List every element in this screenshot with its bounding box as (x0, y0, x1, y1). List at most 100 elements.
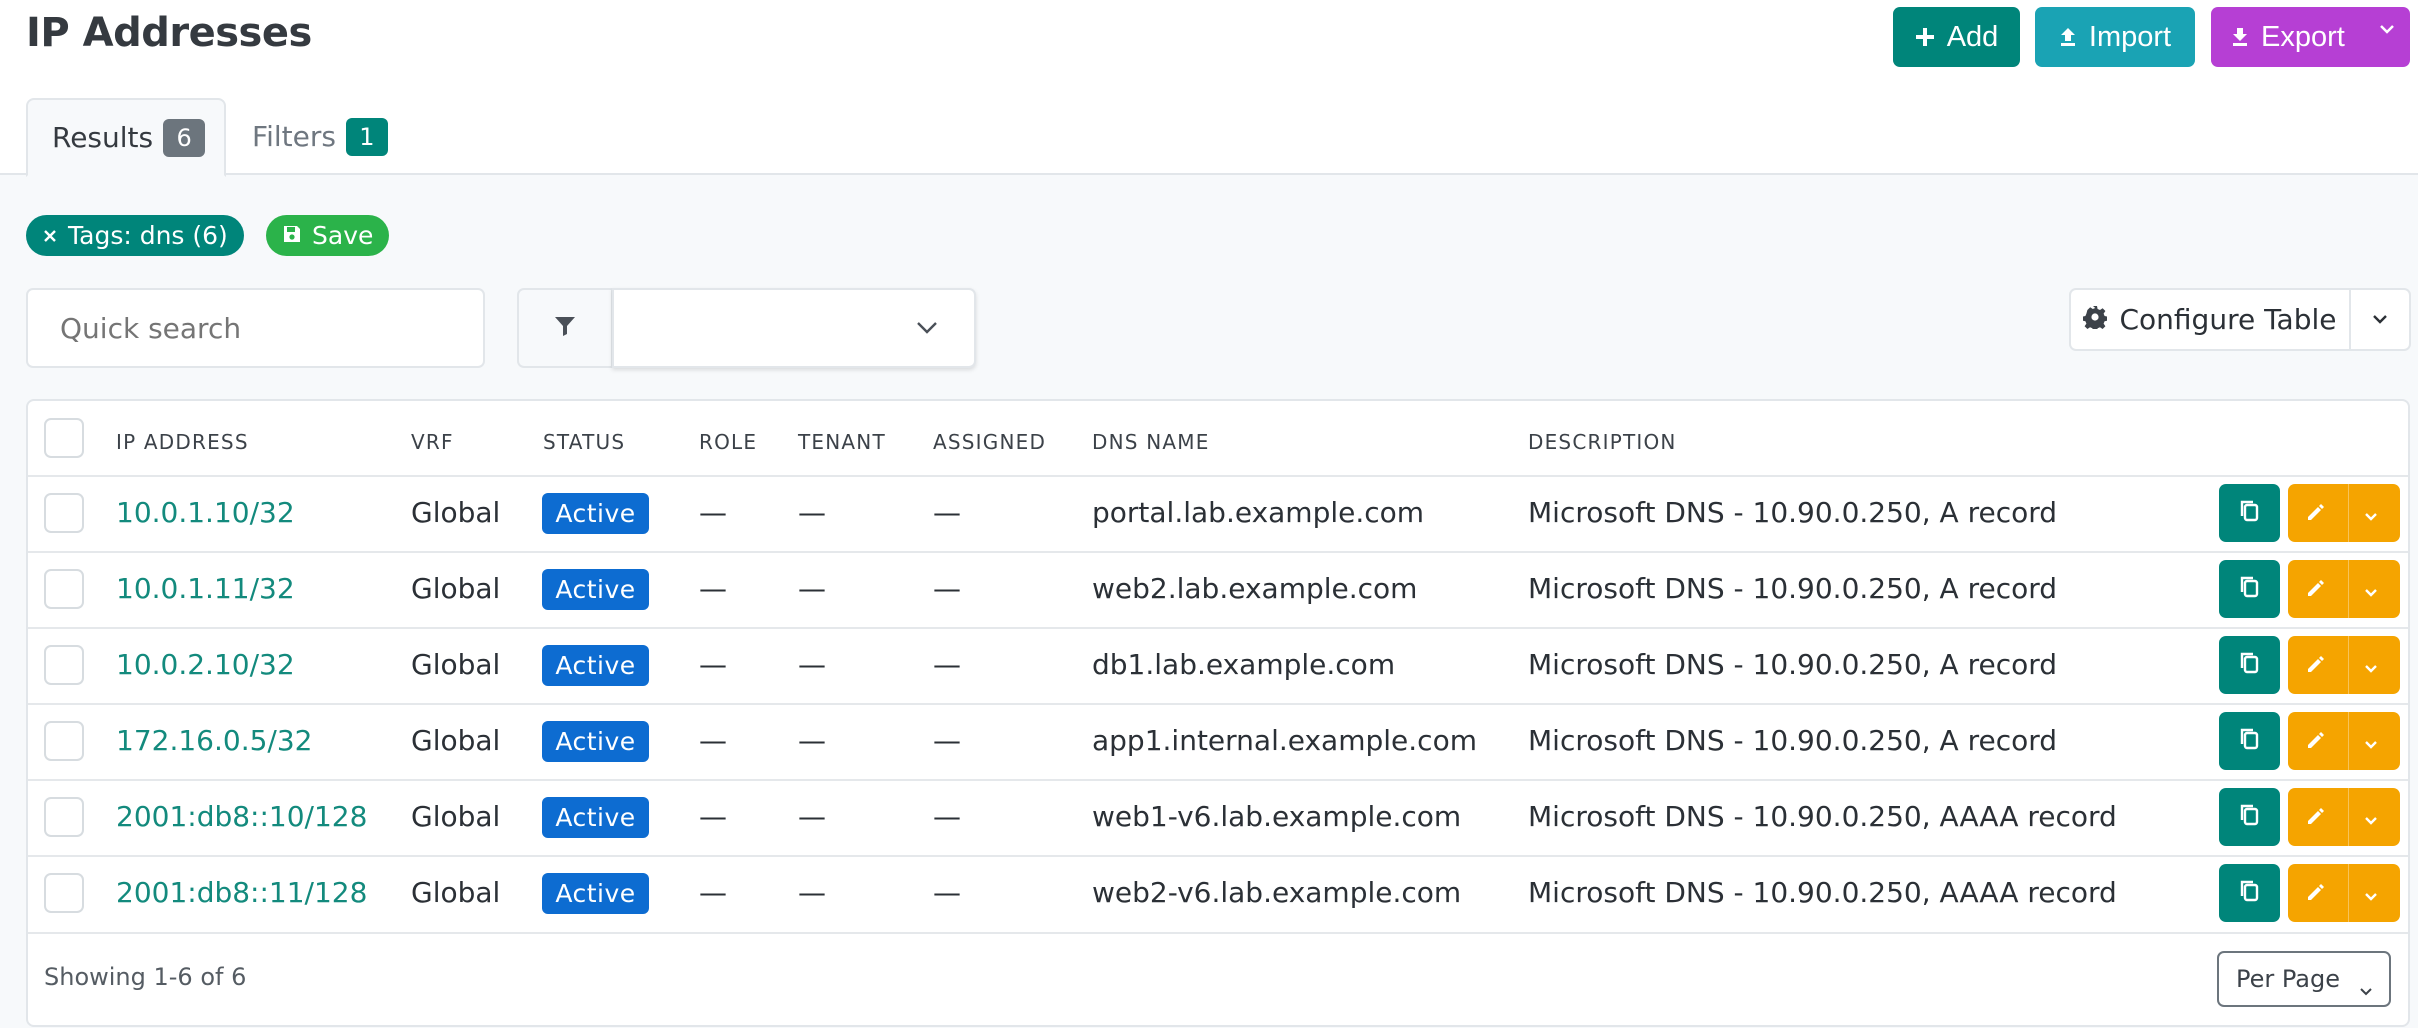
column-header-vrf[interactable]: VRF (411, 430, 454, 454)
ip-address-link[interactable]: 172.16.0.5/32 (116, 724, 312, 757)
column-header-role[interactable]: ROLE (699, 430, 757, 454)
chevron-down-icon (2372, 310, 2388, 329)
vrf-cell: Global (411, 724, 501, 757)
results-count-badge: 6 (163, 118, 206, 157)
chevron-down-icon[interactable] (2364, 659, 2378, 678)
copy-button[interactable] (2219, 864, 2280, 922)
button-separator (2348, 636, 2349, 694)
row-select-checkbox[interactable] (44, 721, 84, 761)
tenant-cell: — (798, 496, 826, 529)
role-cell: — (699, 800, 727, 833)
per-page-label: Per Page (2236, 965, 2340, 993)
edit-button[interactable] (2288, 712, 2400, 770)
export-button[interactable]: Export (2211, 7, 2410, 67)
assigned-cell: — (933, 572, 961, 605)
filters-count-badge: 1 (345, 117, 388, 156)
configure-table-dropdown[interactable] (2349, 288, 2411, 351)
edit-button[interactable] (2288, 788, 2400, 846)
tag-filter-pill[interactable]: Tags: dns (6) (26, 215, 244, 256)
column-header-dns-name[interactable]: DNS NAME (1092, 430, 1210, 454)
copy-button[interactable] (2219, 484, 2280, 542)
row-select-checkbox[interactable] (44, 873, 84, 913)
button-separator (2348, 712, 2349, 770)
column-header-status[interactable]: STATUS (543, 430, 625, 454)
add-button[interactable]: Add (1893, 7, 2020, 67)
tenant-cell: — (798, 800, 826, 833)
status-badge: Active (542, 569, 649, 610)
tenant-cell: — (798, 876, 826, 909)
configure-table-button[interactable]: Configure Table (2069, 288, 2351, 351)
column-header-ip-address[interactable]: IP ADDRESS (116, 430, 249, 454)
assigned-cell: — (933, 800, 961, 833)
role-cell: — (699, 724, 727, 757)
floppy-disk-icon (282, 221, 302, 250)
copy-icon (2239, 651, 2261, 679)
chevron-down-icon[interactable] (2378, 22, 2396, 36)
column-header-assigned[interactable]: ASSIGNED (933, 430, 1046, 454)
select-all-checkbox[interactable] (44, 418, 84, 458)
ip-address-link[interactable]: 2001:db8::11/128 (116, 876, 367, 909)
copy-button[interactable] (2219, 788, 2280, 846)
description-cell: Microsoft DNS - 10.90.0.250, A record (1528, 724, 2058, 757)
copy-button[interactable] (2219, 560, 2280, 618)
row-divider (28, 475, 2408, 477)
vrf-cell: Global (411, 876, 501, 909)
copy-icon (2239, 879, 2261, 907)
status-badge: Active (542, 645, 649, 686)
ip-address-link[interactable]: 10.0.1.11/32 (116, 572, 295, 605)
tenant-cell: — (798, 648, 826, 681)
description-cell: Microsoft DNS - 10.90.0.250, AAAA record (1528, 876, 2117, 909)
button-separator (2348, 788, 2349, 846)
ip-address-link[interactable]: 2001:db8::10/128 (116, 800, 367, 833)
chevron-down-icon[interactable] (2364, 507, 2378, 526)
save-filter-button[interactable]: Save (266, 215, 390, 256)
chevron-down-icon[interactable] (2364, 735, 2378, 754)
edit-button[interactable] (2288, 560, 2400, 618)
row-select-checkbox[interactable] (44, 569, 84, 609)
copy-button[interactable] (2219, 712, 2280, 770)
ip-address-link[interactable]: 10.0.1.10/32 (116, 496, 295, 529)
tab-filters-label: Filters (252, 120, 336, 153)
vrf-cell: Global (411, 496, 501, 529)
edit-button[interactable] (2288, 636, 2400, 694)
plus-icon (1915, 27, 1935, 47)
row-select-checkbox[interactable] (44, 493, 84, 533)
chevron-down-icon[interactable] (2364, 583, 2378, 602)
filter-button[interactable] (517, 288, 613, 368)
close-icon[interactable] (42, 221, 58, 250)
vrf-cell: Global (411, 800, 501, 833)
pencil-icon (2305, 653, 2327, 679)
row-divider (28, 551, 2408, 553)
add-button-label: Add (1946, 20, 1999, 53)
description-cell: Microsoft DNS - 10.90.0.250, AAAA record (1528, 800, 2117, 833)
assigned-cell: — (933, 876, 961, 909)
per-page-select[interactable]: Per Page (2217, 951, 2391, 1007)
role-cell: — (699, 876, 727, 909)
quick-search-input[interactable] (26, 288, 485, 368)
column-header-description[interactable]: DESCRIPTION (1528, 430, 1677, 454)
chevron-down-icon[interactable] (2364, 811, 2378, 830)
saved-filter-select[interactable] (612, 288, 976, 368)
download-icon (2231, 27, 2249, 47)
edit-button[interactable] (2288, 864, 2400, 922)
row-divider (28, 779, 2408, 781)
edit-button[interactable] (2288, 484, 2400, 542)
import-button[interactable]: Import (2035, 7, 2195, 67)
upload-icon (2059, 27, 2077, 47)
row-select-checkbox[interactable] (44, 797, 84, 837)
ip-address-link[interactable]: 10.0.2.10/32 (116, 648, 295, 681)
vrf-cell: Global (411, 572, 501, 605)
dns-name-cell: app1.internal.example.com (1092, 724, 1477, 757)
row-select-checkbox[interactable] (44, 645, 84, 685)
pencil-icon (2305, 577, 2327, 603)
description-cell: Microsoft DNS - 10.90.0.250, A record (1528, 648, 2058, 681)
role-cell: — (699, 496, 727, 529)
row-divider (28, 627, 2408, 629)
copy-button[interactable] (2219, 636, 2280, 694)
tab-filters[interactable]: Filters 1 (228, 98, 412, 175)
chevron-down-icon[interactable] (2364, 887, 2378, 906)
assigned-cell: — (933, 496, 961, 529)
tab-results[interactable]: Results 6 (26, 98, 226, 177)
column-header-tenant[interactable]: TENANT (798, 430, 886, 454)
dns-name-cell: db1.lab.example.com (1092, 648, 1396, 681)
